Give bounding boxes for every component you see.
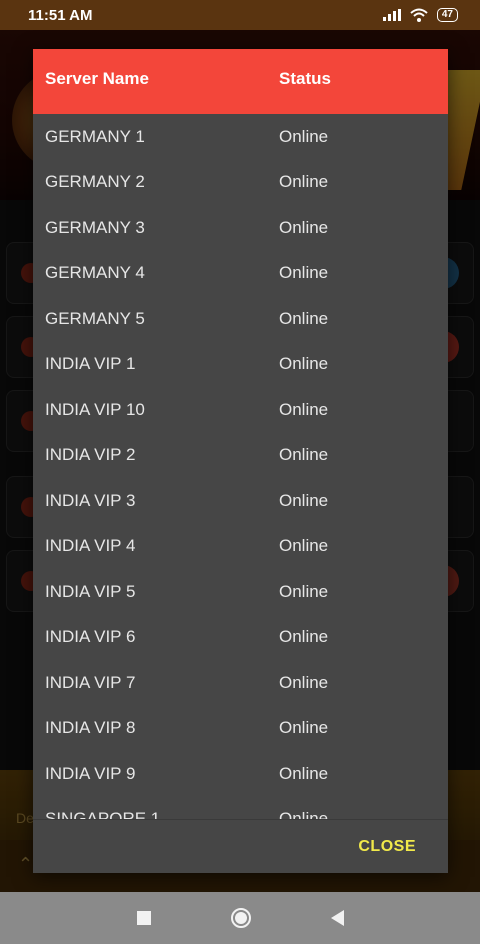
wifi-icon <box>410 8 428 22</box>
server-row[interactable]: INDIA VIP 6 Online <box>33 615 448 661</box>
server-row[interactable]: INDIA VIP 4 Online <box>33 524 448 570</box>
server-list[interactable]: GERMANY 1 Online GERMANY 2 Online GERMAN… <box>33 114 448 819</box>
column-header-server-name: Server Name <box>45 69 149 88</box>
dialog-footer: CLOSE <box>33 819 448 873</box>
server-name: GERMANY 5 <box>45 308 145 328</box>
server-status: Online <box>279 763 329 783</box>
home-icon[interactable] <box>230 908 251 928</box>
signal-icon <box>382 9 401 21</box>
server-row[interactable]: INDIA VIP 2 Online <box>33 433 448 479</box>
recents-icon[interactable] <box>136 911 151 925</box>
server-name: INDIA VIP 7 <box>45 672 136 692</box>
server-status: Online <box>279 809 329 819</box>
server-status: Online <box>279 445 329 465</box>
server-name: INDIA VIP 2 <box>45 445 136 465</box>
server-status: Online <box>279 308 329 328</box>
column-header-status: Status <box>279 69 331 88</box>
status-icons: 47 <box>382 8 458 22</box>
server-status: Online <box>279 399 329 419</box>
server-row[interactable]: GERMANY 4 Online <box>33 251 448 297</box>
server-name: GERMANY 2 <box>45 172 145 192</box>
server-row[interactable]: INDIA VIP 3 Online <box>33 478 448 524</box>
server-row[interactable]: GERMANY 2 Online <box>33 160 448 206</box>
server-name: INDIA VIP 1 <box>45 354 136 374</box>
server-status: Online <box>279 126 329 146</box>
server-status: Online <box>279 581 329 601</box>
status-bar: 11:51 AM 47 <box>0 0 480 30</box>
dialog-header: Server Name Status <box>33 49 448 114</box>
close-button[interactable]: CLOSE <box>358 838 416 856</box>
server-name: INDIA VIP 9 <box>45 763 136 783</box>
server-row[interactable]: INDIA VIP 10 Online <box>33 387 448 433</box>
server-name: GERMANY 1 <box>45 126 145 146</box>
server-status: Online <box>279 672 329 692</box>
back-icon[interactable] <box>330 910 344 926</box>
server-name: INDIA VIP 5 <box>45 581 136 601</box>
server-status: Online <box>279 217 329 237</box>
server-row[interactable]: INDIA VIP 8 Online <box>33 706 448 752</box>
server-status: Online <box>279 354 329 374</box>
server-status: Online <box>279 490 329 510</box>
battery-icon: 47 <box>436 8 458 22</box>
server-row[interactable]: GERMANY 5 Online <box>33 296 448 342</box>
navigation-bar <box>0 892 480 944</box>
server-row[interactable]: GERMANY 1 Online <box>33 114 448 160</box>
server-status: Online <box>279 263 329 283</box>
server-name: GERMANY 3 <box>45 217 145 237</box>
server-row[interactable]: SINGAPORE 1 Online <box>33 797 448 819</box>
server-row[interactable]: INDIA VIP 5 Online <box>33 569 448 615</box>
server-row[interactable]: INDIA VIP 9 Online <box>33 751 448 797</box>
server-status: Online <box>279 172 329 192</box>
server-status-dialog: Server Name Status GERMANY 1 Online GERM… <box>33 49 448 873</box>
server-name: INDIA VIP 4 <box>45 536 136 556</box>
server-row[interactable]: INDIA VIP 1 Online <box>33 342 448 388</box>
server-name: INDIA VIP 6 <box>45 627 136 647</box>
server-name: GERMANY 4 <box>45 263 145 283</box>
server-row[interactable]: INDIA VIP 7 Online <box>33 660 448 706</box>
server-name: INDIA VIP 10 <box>45 399 145 419</box>
server-row[interactable]: GERMANY 3 Online <box>33 205 448 251</box>
server-status: Online <box>279 718 329 738</box>
status-time: 11:51 AM <box>28 6 93 24</box>
server-name: INDIA VIP 3 <box>45 490 136 510</box>
server-status: Online <box>279 536 329 556</box>
server-name: SINGAPORE 1 <box>45 809 161 819</box>
server-name: INDIA VIP 8 <box>45 718 136 738</box>
server-status: Online <box>279 627 329 647</box>
